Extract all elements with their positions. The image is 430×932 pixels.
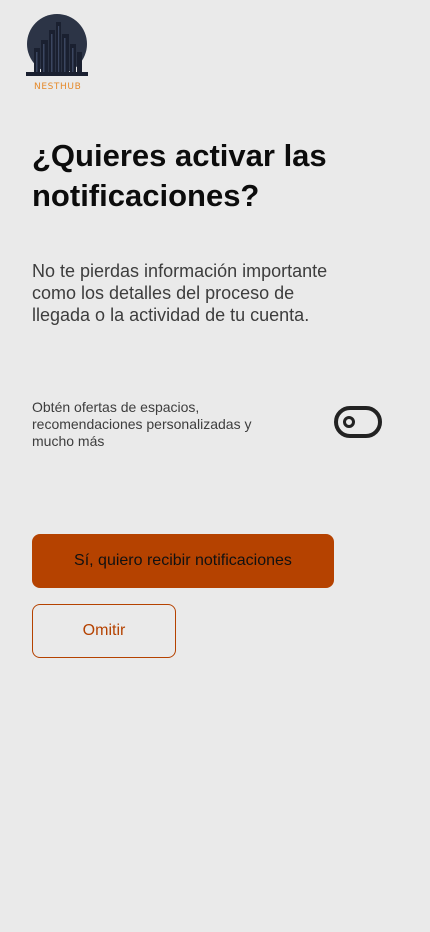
offers-label: Obtén ofertas de espacios, recomendacion… [32, 399, 252, 449]
page-title: ¿Quieres activar las notificaciones? [32, 138, 327, 213]
brand-name: NESTHUB [34, 82, 82, 92]
enable-notifications-button[interactable]: Sí, quiero recibir notificaciones [32, 534, 334, 588]
offers-toggle[interactable] [334, 406, 382, 438]
description-text: No te pierdas información importante com… [32, 261, 328, 325]
skip-button[interactable]: Omitir [32, 604, 176, 658]
toggle-knob [343, 416, 355, 428]
